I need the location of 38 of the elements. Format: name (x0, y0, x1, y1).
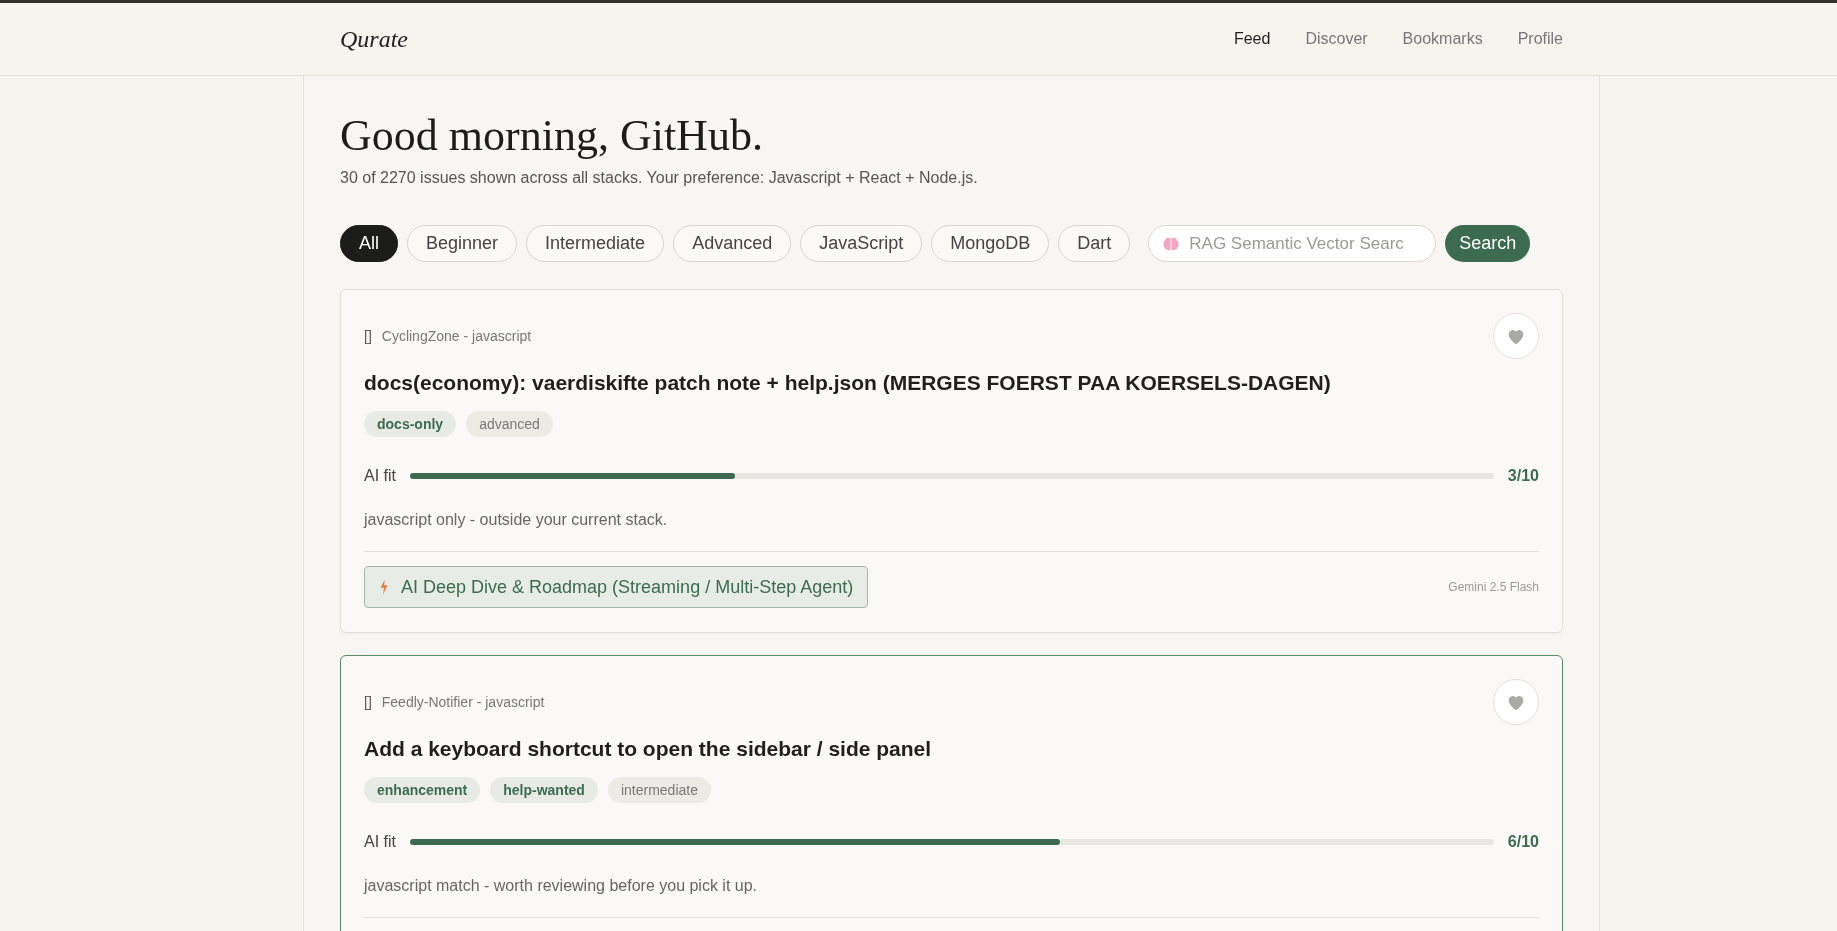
brand-logo[interactable]: Qurate (340, 25, 408, 53)
greeting-heading: Good morning, GitHub. (340, 110, 764, 161)
filter-chip[interactable]: All (340, 225, 398, 262)
issue-tag: enhancement (364, 777, 481, 803)
bookmark-button[interactable] (1493, 679, 1539, 725)
filter-chip[interactable]: Beginner (407, 225, 518, 262)
summary-text: 30 of 2270 issues shown across all stacks. Your preference: Javascript + React + Node.js. (340, 169, 979, 187)
fit-label: AI fit (364, 833, 396, 851)
nav-link[interactable]: Profile (1517, 30, 1563, 48)
repo-name[interactable]: Feedly-Notifier - javascript (381, 694, 545, 710)
search-field[interactable]: RAG Semantic Vector Searc (1148, 225, 1437, 262)
fit-note: javascript only - outside your current stack. (364, 511, 669, 529)
nav-link[interactable]: Feed (1233, 30, 1271, 48)
fit-score: 6/10 (1507, 833, 1539, 851)
deep-dive-button[interactable]: AI Deep Dive & Roadmap (Streaming / Multi-Step Agent) (364, 566, 869, 608)
nav-link[interactable]: Bookmarks (1402, 30, 1483, 48)
issue-tag: help-wanted (490, 777, 598, 803)
issue-tag: intermediate (607, 777, 711, 803)
fit-label: AI fit (364, 467, 396, 485)
filter-chip[interactable]: Dart (1058, 225, 1131, 262)
repo-icon-text: [] (364, 328, 372, 344)
issue-tag: docs-only (364, 411, 457, 437)
issue-title[interactable]: docs(economy): vaerdiskifte patch note + help.json (MERGES FOERST PAA KOERSELS-DAGEN) (364, 371, 1539, 395)
lightning-icon (379, 578, 389, 596)
bookmark-button[interactable] (1493, 313, 1539, 359)
fit-note: javascript match - worth reviewing before you pick it up. (364, 877, 759, 895)
fit-score: 3/10 (1507, 467, 1539, 485)
issue-tag: advanced (466, 411, 553, 437)
model-label: Gemini 2.5 Flash (1448, 580, 1539, 594)
search-button[interactable]: Search (1445, 225, 1531, 262)
issue-title[interactable]: Add a keyboard shortcut to open the sidebar / side panel (364, 737, 1539, 761)
nav-link[interactable]: Discover (1305, 30, 1368, 48)
filter-chip[interactable]: JavaScript (800, 225, 923, 262)
filter-chip[interactable]: Advanced (673, 225, 792, 262)
repo-icon-text: [] (364, 694, 372, 710)
filter-chip[interactable]: Intermediate (526, 225, 665, 262)
filter-chip[interactable]: MongoDB (931, 225, 1050, 262)
repo-name[interactable]: CyclingZone - javascript (381, 328, 532, 344)
